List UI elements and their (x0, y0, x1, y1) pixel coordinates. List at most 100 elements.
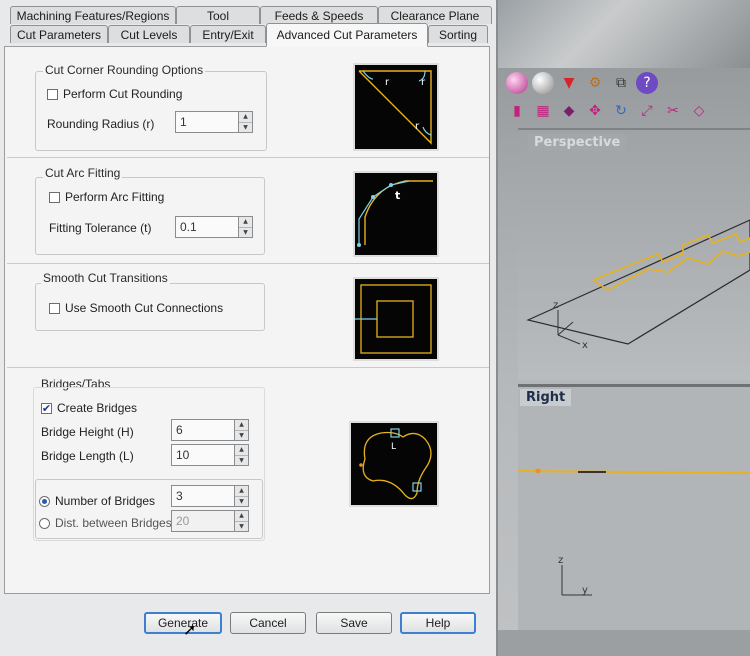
dist-between-bridges-option[interactable]: Dist. between Bridges (39, 516, 172, 530)
scale-icon[interactable]: ⤢ (636, 100, 658, 122)
fitting-tolerance-input[interactable]: 0.1 (175, 216, 239, 238)
arc-fitting-title: Cut Arc Fitting (43, 166, 123, 180)
spin-down-icon[interactable]: ▼ (235, 521, 248, 531)
tab-row-2: Cut Parameters Cut Levels Entry/Exit Adv… (10, 23, 488, 47)
spin-down-icon[interactable]: ▼ (235, 496, 248, 506)
smooth-transitions-title: Smooth Cut Transitions (41, 271, 170, 285)
select-icon[interactable]: ◆ (558, 100, 580, 122)
spin-up-icon[interactable]: ▲ (235, 420, 248, 431)
mirror-icon[interactable]: ◇ (688, 100, 710, 122)
spin-down-icon[interactable]: ▼ (235, 455, 248, 465)
tab-feeds-speeds[interactable]: Feeds & Speeds (260, 6, 378, 24)
toolpath-dialog: Machining Features/Regions Tool Feeds & … (0, 0, 498, 656)
cancel-button[interactable]: Cancel (230, 612, 306, 634)
spin-down-icon[interactable]: ▼ (239, 227, 252, 237)
rounding-radius-input[interactable]: 1 (175, 111, 239, 133)
divider (7, 263, 489, 264)
bridges-preview: L (349, 421, 439, 507)
fitting-tolerance-spin-buttons[interactable]: ▲ ▼ (239, 216, 253, 238)
tab-advanced-cut-parameters[interactable]: Advanced Cut Parameters (266, 23, 428, 47)
bridge-length-spinner[interactable]: 10 ▲ ▼ (171, 444, 249, 466)
tab-tool[interactable]: Tool (176, 6, 260, 24)
number-of-bridges-option[interactable]: Number of Bridges (39, 494, 155, 508)
spin-up-icon[interactable]: ▲ (239, 217, 252, 228)
dist-between-bridges-spin-buttons[interactable]: ▲ ▼ (235, 510, 249, 532)
perspective-geometry: z x (526, 219, 750, 351)
bridge-length-spin-buttons[interactable]: ▲ ▼ (235, 444, 249, 466)
number-of-bridges-radio[interactable] (39, 495, 50, 507)
sphere-icon[interactable] (506, 72, 528, 94)
perform-cut-rounding-checkbox[interactable] (47, 88, 58, 100)
svg-text:z: z (558, 555, 563, 566)
tab-cut-parameters[interactable]: Cut Parameters (10, 25, 108, 43)
window-background (498, 0, 750, 68)
tab-cut-levels[interactable]: Cut Levels (108, 25, 190, 43)
cone-icon[interactable]: ▼ (558, 72, 580, 94)
number-of-bridges-label: Number of Bridges (55, 494, 156, 508)
split-icon[interactable]: ✂ (662, 100, 684, 122)
fitting-tolerance-label: Fitting Tolerance (t) (49, 221, 152, 235)
corner-preview-label-1: r (385, 77, 390, 88)
smooth-transitions-diagram (355, 284, 432, 354)
right-viewport[interactable]: Right z y (517, 384, 750, 632)
bridge-height-spin-buttons[interactable]: ▲ ▼ (235, 419, 249, 441)
dist-between-bridges-input[interactable]: 20 (171, 510, 235, 532)
spin-up-icon[interactable]: ▲ (235, 486, 248, 497)
cylinder-icon[interactable]: ▮ (506, 100, 528, 122)
create-bridges-option[interactable]: ✔ Create Bridges (41, 401, 137, 415)
grid-icon[interactable]: ▦ (532, 100, 554, 122)
tab-sorting[interactable]: Sorting (428, 25, 488, 43)
smooth-cut-connections-checkbox[interactable] (49, 302, 60, 314)
rounding-radius-spin-buttons[interactable]: ▲ ▼ (239, 111, 253, 133)
spin-down-icon[interactable]: ▼ (239, 122, 252, 132)
perform-arc-fitting-label: Perform Arc Fitting (65, 190, 165, 204)
perform-arc-fitting-option[interactable]: Perform Arc Fitting (49, 190, 164, 204)
move-icon[interactable]: ✥ (584, 100, 606, 122)
spin-up-icon[interactable]: ▲ (239, 112, 252, 123)
rotate-icon[interactable]: ↻ (610, 100, 632, 122)
dist-between-bridges-radio[interactable] (39, 517, 50, 529)
rounding-radius-spinner[interactable]: 1 ▲ ▼ (175, 111, 253, 133)
radio-selected-dot (42, 498, 47, 504)
perform-cut-rounding-label: Perform Cut Rounding (63, 87, 183, 101)
perspective-viewport[interactable]: Perspective z x (518, 128, 750, 380)
dist-between-bridges-spinner[interactable]: 20 ▲ ▼ (171, 510, 249, 532)
svg-text:z: z (553, 300, 558, 311)
number-of-bridges-spinner[interactable]: 3 ▲ ▼ (171, 485, 249, 507)
viewport-bottom-bar (498, 630, 750, 656)
dist-between-bridges-label: Dist. between Bridges (55, 516, 172, 530)
gear-icon[interactable]: ⚙ (584, 72, 606, 94)
right-geometry: z y (517, 468, 750, 596)
arc-fitting-diagram: t (357, 180, 433, 247)
smooth-transitions-preview (353, 277, 439, 361)
arc-fitting-preview: t (353, 171, 439, 257)
number-of-bridges-spin-buttons[interactable]: ▲ ▼ (235, 485, 249, 507)
render-sphere-icon[interactable] (532, 72, 554, 94)
create-bridges-label: Create Bridges (57, 401, 138, 415)
divider (7, 367, 489, 368)
right-view-label[interactable]: Right (520, 389, 572, 406)
bridge-height-spinner[interactable]: 6 ▲ ▼ (171, 419, 249, 441)
spin-down-icon[interactable]: ▼ (235, 430, 248, 440)
create-bridges-checkbox[interactable]: ✔ (41, 402, 52, 414)
number-of-bridges-input[interactable]: 3 (171, 485, 235, 507)
perspective-view-label[interactable]: Perspective (528, 134, 627, 151)
perform-cut-rounding-option[interactable]: Perform Cut Rounding (47, 87, 182, 101)
spin-up-icon[interactable]: ▲ (235, 445, 248, 456)
perform-arc-fitting-checkbox[interactable] (49, 191, 60, 203)
tab-machining-features[interactable]: Machining Features/Regions (10, 6, 176, 24)
help-button[interactable]: Help (400, 612, 476, 634)
viewport-toolbar-row-2: ▮ ▦ ◆ ✥ ↻ ⤢ ✂ ◇ (506, 98, 746, 124)
bridge-preview-label: L (391, 442, 396, 452)
smooth-cut-connections-option[interactable]: Use Smooth Cut Connections (49, 301, 223, 315)
save-button[interactable]: Save (316, 612, 392, 634)
fitting-tolerance-spinner[interactable]: 0.1 ▲ ▼ (175, 216, 253, 238)
bridge-height-input[interactable]: 6 (171, 419, 235, 441)
smooth-cut-connections-label: Use Smooth Cut Connections (65, 301, 224, 315)
layers-icon[interactable]: ⧉ (610, 72, 632, 94)
tab-clearance-plane[interactable]: Clearance Plane (378, 6, 492, 24)
bridge-length-input[interactable]: 10 (171, 444, 235, 466)
spin-up-icon[interactable]: ▲ (235, 511, 248, 522)
tab-entry-exit[interactable]: Entry/Exit (190, 25, 266, 43)
help-icon[interactable]: ? (636, 72, 658, 94)
